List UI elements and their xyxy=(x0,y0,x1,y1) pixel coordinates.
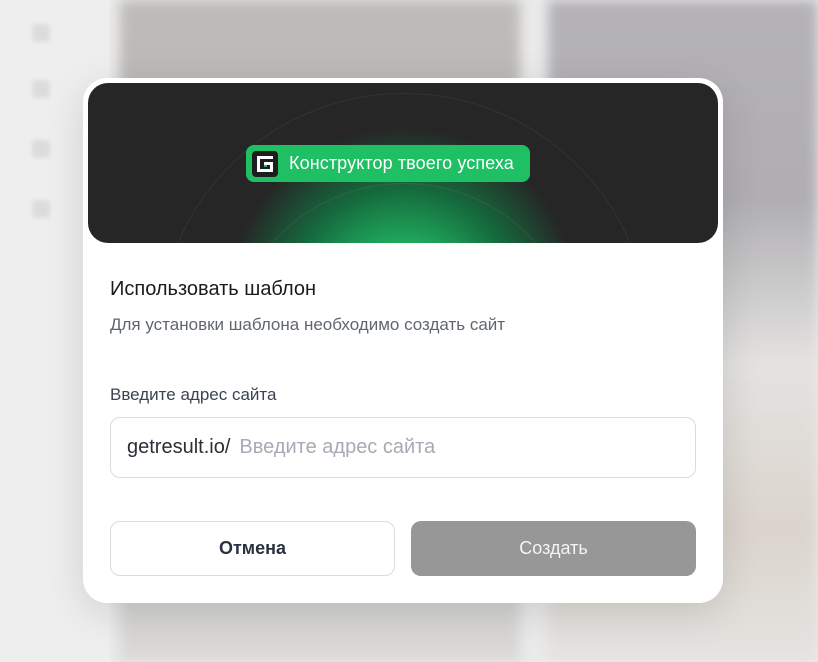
site-address-domain-prefix: getresult.io/ xyxy=(127,436,231,458)
brand-badge-text: Конструктор твоего успеха xyxy=(289,153,514,173)
getresult-logo-icon xyxy=(252,150,278,177)
dialog-title: Использовать шаблон xyxy=(110,278,317,300)
create-button[interactable]: Создать xyxy=(411,521,696,576)
site-address-field[interactable]: getresult.io/ xyxy=(110,417,696,478)
site-address-input[interactable] xyxy=(239,436,660,459)
brand-badge: Конструктор твоего успеха xyxy=(246,145,530,182)
use-template-dialog: Конструктор твоего успеха Использовать ш… xyxy=(83,78,723,603)
dialog-subtitle: Для установки шаблона необходимо создать… xyxy=(110,315,506,334)
site-address-label: Введите адрес сайта xyxy=(110,385,277,404)
cancel-button[interactable]: Отмена xyxy=(110,521,395,576)
dialog-hero-banner: Конструктор твоего успеха xyxy=(88,83,718,243)
